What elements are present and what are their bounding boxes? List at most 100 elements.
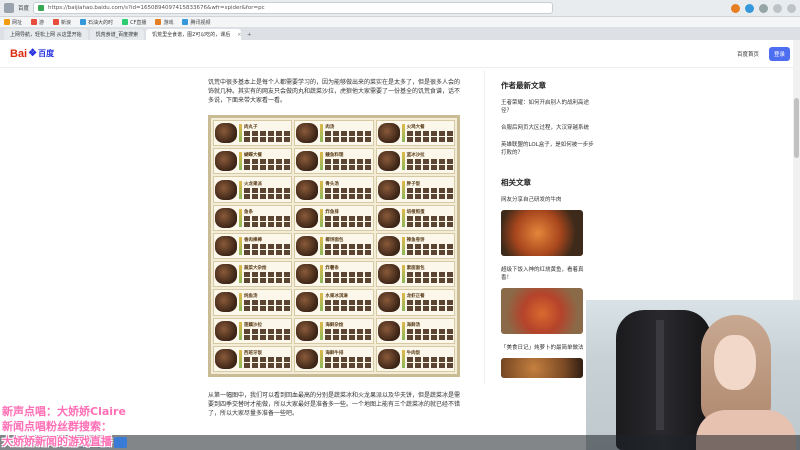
dish-icon [377, 348, 400, 369]
author-articles-title: 作者最新文章 [501, 81, 546, 90]
new-tab-button[interactable]: + [243, 29, 255, 40]
dish-icon [296, 348, 319, 369]
ingredients: 海鲜汤 [406, 322, 453, 340]
menu-icon[interactable] [759, 3, 768, 13]
minimize-icon[interactable] [773, 3, 782, 13]
recipe-cell: 炖鱼汤 [213, 289, 293, 316]
author-article-link[interactable]: 合服后网页大区过程，大汉穿越系统 [501, 124, 594, 132]
bookmark-icon [31, 19, 38, 25]
stat-bar [320, 208, 324, 227]
profile-icon[interactable] [745, 3, 754, 13]
dish-icon [215, 123, 237, 144]
dish-name: 鱼条 [244, 209, 253, 215]
bookmark-item[interactable]: 网址 [4, 19, 22, 26]
stat-bar [239, 236, 242, 255]
tab-search[interactable]: 饥荒食谱_百度搜索 [89, 29, 145, 40]
bookmark-item[interactable]: 新浪 [53, 19, 71, 26]
recipe-cell: 海鲜牛排 [294, 345, 374, 372]
stat-bar [401, 124, 405, 143]
tab-nav[interactable]: 上网导航，轻松上网 从这里开始 [4, 29, 88, 40]
related-image[interactable] [501, 288, 583, 334]
bookmark-item[interactable]: 游戏 [155, 19, 173, 26]
ingredients: 蔬菜大杂烩 [244, 265, 291, 284]
dish-name: 火鸡大餐 [406, 125, 425, 131]
browser-name: 百度 [18, 6, 30, 12]
address-bar[interactable]: https://baijiahao.baidu.com/s?id=1650894… [33, 2, 554, 14]
close-icon[interactable] [787, 3, 796, 13]
lock-icon [38, 5, 45, 11]
dish-name: 胖子饭 [406, 181, 421, 187]
dish-name: 蓝冰沙拉 [406, 153, 425, 159]
related-image[interactable] [501, 210, 583, 256]
related-caption[interactable]: 超级下饭入神的红烧黄鱼，看着真香！ [501, 266, 594, 282]
ingredients: 海鲜杂烩 [325, 322, 372, 340]
dish-icon [215, 348, 237, 369]
stat-bar [320, 293, 324, 312]
recipe-cell: 莲藕沙拉 [213, 317, 293, 344]
recipe-cell: 肉丸子 [213, 120, 293, 147]
dish-name: 海鲜杂烩 [325, 322, 344, 328]
dish-name: 蔬菜大杂烩 [244, 266, 267, 272]
ingredients: 蝴蝶大餐 [244, 152, 291, 171]
dish-name: 炸薯条 [325, 266, 339, 272]
dish-icon [296, 123, 319, 144]
sidebar: 作者最新文章 王者荣耀：如何开启别人的战利高途径？ 合服后网页大区过程，大汉穿越… [484, 70, 594, 384]
dish-name: 鳗鱼料理 [325, 153, 344, 159]
ingredients: 水果冰淇淋 [325, 293, 372, 312]
bookmark-item[interactable]: 腾讯视频 [182, 19, 210, 26]
login-button[interactable]: 登录 [768, 46, 790, 61]
dish-icon [377, 207, 400, 228]
related-caption[interactable]: 「美食日记」炖萝卜的最简单做法 [501, 344, 594, 352]
dish-icon [296, 264, 319, 285]
stat-bar [401, 180, 405, 199]
related-articles-title: 相关文章 [501, 178, 531, 187]
dish-name: 辣鱼卷饼 [406, 237, 425, 243]
ingredients: 肉汤 [325, 124, 372, 143]
bookmark-item[interactable]: CF直播 [122, 19, 146, 26]
ingredients: 龙虾正餐 [406, 293, 453, 312]
tab-article[interactable]: 饥荒里全食谱，图2可以吃的，课后 × [146, 29, 242, 40]
header-actions: 百度首页 登录 [737, 46, 790, 61]
ingredients: 西班牙饭 [244, 350, 291, 368]
ingredients: 辣鱼卷饼 [406, 237, 453, 255]
dish-icon [215, 207, 237, 228]
recipe-cell: 炸薯条 [294, 261, 374, 288]
scrollbar-thumb[interactable] [794, 98, 799, 158]
bookmark-item[interactable]: 石油大的时 [80, 19, 113, 26]
recipe-cell: 蓝冰沙拉 [375, 148, 455, 175]
recipe-cell: 炸鱼排 [294, 204, 374, 231]
dish-icon [377, 123, 400, 144]
dish-icon [215, 179, 237, 200]
stream-overlay-line1: 新声点唱：大娇娇Claire [2, 405, 126, 418]
home-link[interactable]: 百度首页 [737, 50, 759, 58]
taskbar-app-icon[interactable] [114, 437, 127, 448]
dish-icon [296, 320, 319, 341]
baidu-logo[interactable]: Bai ❖ 百度 [10, 48, 54, 60]
tab-close-icon[interactable]: × [237, 32, 241, 38]
recipe-cell: 骨头汤 [294, 176, 374, 203]
dish-name: 炸鱼排 [325, 209, 339, 215]
stat-bar [239, 208, 242, 227]
related-caption[interactable]: 网友分享自己研发的牛肉 [501, 196, 594, 204]
dish-name: 素面面包 [406, 266, 425, 272]
ingredients: 莲藕沙拉 [244, 322, 291, 340]
bookmarks-bar: 网址 游 新浪 石油大的时 CF直播 游戏 腾讯视频 [0, 17, 800, 28]
stat-bar [239, 349, 242, 368]
dish-name: 水果冰淇淋 [325, 294, 348, 300]
recipe-cell: 龙虾正餐 [375, 289, 455, 316]
author-article-link[interactable]: 英雄联盟的LOL盒子，是如何被一步步打败的？ [501, 141, 594, 157]
taskbar [0, 435, 800, 450]
article-body: 饥荒中很多基本上是每个人都需要学习的，因为能够做出来的菜实在是太多了，但是很多人… [208, 78, 463, 418]
url-text[interactable]: https://baijiahao.baidu.com/s?id=1650894… [48, 5, 265, 11]
stat-bar [239, 124, 242, 143]
author-article-link[interactable]: 王者荣耀：如何开启别人的战利高途径？ [501, 99, 594, 115]
stat-bar [239, 321, 242, 340]
ingredients: 炖鱼汤 [244, 293, 291, 312]
related-image[interactable] [501, 358, 583, 378]
dish-name: 龙虾正餐 [406, 294, 425, 300]
bookmark-item[interactable]: 游 [31, 19, 44, 26]
browser-titlebar: 百度 https://baijiahao.baidu.com/s?id=1650… [0, 0, 800, 17]
extension-icon[interactable] [731, 3, 740, 13]
stat-bar [320, 321, 324, 340]
recipe-cell: 香肉棒棒 [213, 232, 293, 260]
